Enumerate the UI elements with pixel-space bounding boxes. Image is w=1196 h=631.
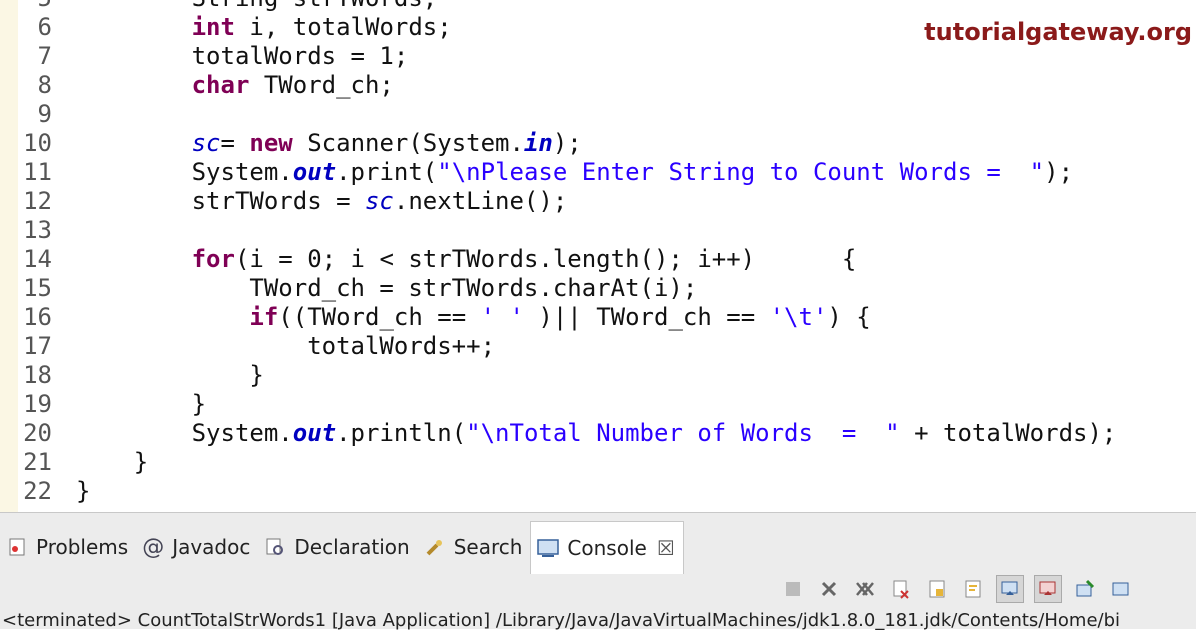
code-editor[interactable]: 5 String strTWords;6 int i, totalWords;7… [0,0,1196,512]
code-line: 21 } [0,448,1196,477]
code-text: totalWords = 1; [76,42,409,70]
view-tabs: Problems @ Javadoc Declaration Search Co… [0,520,1196,574]
console-icon [537,537,560,559]
tab-label: Console [567,535,647,560]
remove-all-terminated-icon[interactable] [852,576,878,602]
tab-search[interactable]: Search [418,522,531,572]
pin-console-icon[interactable] [1072,576,1098,602]
code-text: } [76,448,149,476]
javadoc-icon: @ [142,534,165,560]
tab-javadoc[interactable]: @ Javadoc [136,522,258,572]
code-lines: 5 String strTWords;6 int i, totalWords;7… [0,0,1196,506]
clear-console-icon[interactable] [888,576,914,602]
code-line: 22} [0,477,1196,506]
line-number: 16 [23,303,52,331]
tab-declaration[interactable]: Declaration [258,522,417,572]
problems-icon [6,536,28,558]
line-number: 13 [23,216,52,244]
code-line: 10 sc= new Scanner(System.in); [0,129,1196,158]
code-line: 12 strTWords = sc.nextLine(); [0,187,1196,216]
code-text: if((TWord_ch == ' ' )|| TWord_ch == '\t'… [249,303,871,331]
code-line: 9 [0,100,1196,129]
code-line: 19 } [0,390,1196,419]
code-line: 18 } [0,361,1196,390]
code-text: int i, totalWords; [191,13,452,41]
search-icon [424,536,446,558]
code-text: System.out.print("\nPlease Enter String … [76,158,1074,186]
line-number: 19 [23,390,52,418]
code-text: sc= new Scanner(System.in); [191,129,582,157]
open-console-icon[interactable] [1108,576,1134,602]
line-number: 11 [23,158,52,186]
console-panel: Problems @ Javadoc Declaration Search Co… [0,512,1196,631]
code-text: } [76,390,207,418]
console-toolbar [780,573,1196,605]
line-number: 14 [23,245,52,273]
code-text: strTWords = sc.nextLine(); [76,187,568,215]
show-on-stderr-icon[interactable] [1034,575,1062,603]
code-line: 13 [0,216,1196,245]
line-number: 6 [37,13,52,41]
code-text: for(i = 0; i < strTWords.length(); i++) … [191,245,857,273]
tab-label: Search [453,535,523,559]
tab-label: Problems [36,535,129,559]
code-text: TWord_ch = strTWords.charAt(i); [76,274,698,302]
show-on-stdout-icon[interactable] [996,575,1024,603]
code-line: 7 totalWords = 1; [0,42,1196,71]
line-number: 20 [23,419,52,447]
code-line: 5 String strTWords; [0,0,1196,13]
line-number: 21 [23,448,52,476]
code-line: 15 TWord_ch = strTWords.charAt(i); [0,274,1196,303]
code-text: System.out.println("\nTotal Number of Wo… [76,419,1117,447]
line-number: 18 [23,361,52,389]
terminate-icon[interactable] [780,576,806,602]
code-text: String strTWords; [76,0,438,13]
tab-problems[interactable]: Problems [0,522,136,572]
code-line: 11 System.out.print("\nPlease Enter Stri… [0,158,1196,187]
watermark: tutorialgateway.org [918,18,1192,46]
code-line: 20 System.out.println("\nTotal Number of… [0,419,1196,448]
tab-label: Javadoc [172,535,251,559]
declaration-icon [264,536,286,558]
line-number: 15 [23,274,52,302]
line-number: 5 [22,0,52,13]
word-wrap-icon[interactable] [960,576,986,602]
code-text: } [76,361,264,389]
line-number: 9 [37,100,52,128]
code-text: char TWord_ch; [191,71,394,99]
code-line: 16 if((TWord_ch == ' ' )|| TWord_ch == '… [0,303,1196,332]
line-number: 10 [23,129,52,157]
code-line: 17 totalWords++; [0,332,1196,361]
line-number: 22 [23,477,52,505]
code-line: 8 char TWord_ch; [0,71,1196,100]
line-number: 17 [23,332,52,360]
code-line: 14 for(i = 0; i < strTWords.length(); i+… [0,245,1196,274]
tab-console[interactable]: Console ☒ [530,520,684,574]
tab-label: Declaration [294,535,410,559]
code-text: } [76,477,91,505]
line-number: 12 [23,187,52,215]
line-number: 8 [37,71,52,99]
scroll-lock-icon[interactable] [924,576,950,602]
remove-launch-icon[interactable] [816,576,842,602]
line-number: 7 [37,42,52,70]
console-status: <terminated> CountTotalStrWords1 [Java A… [2,611,1121,631]
close-icon[interactable]: ☒ [657,536,675,560]
code-text: totalWords++; [76,332,496,360]
